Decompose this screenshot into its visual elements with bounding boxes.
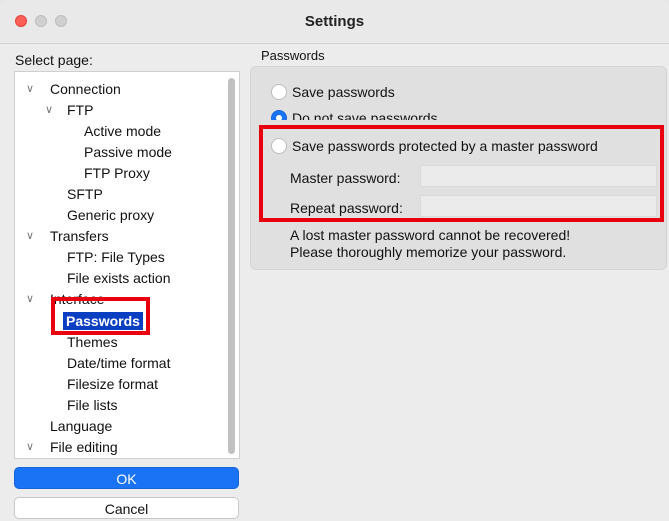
chevron-down-icon[interactable]: ∨	[26, 290, 34, 308]
tree-item-ftp-file-types[interactable]: FTP: File Types	[67, 248, 165, 266]
tree-item-active-mode[interactable]: Active mode	[84, 122, 161, 140]
tree-item-themes[interactable]: Themes	[67, 333, 118, 351]
tree-item-file-exists-action[interactable]: File exists action	[67, 269, 170, 287]
chevron-down-icon[interactable]: ∨	[26, 438, 34, 456]
tree-item-passwords[interactable]: Passwords	[63, 312, 143, 330]
section-title: Passwords	[261, 48, 325, 63]
tree-item-transfers[interactable]: Transfers	[50, 227, 109, 245]
option-master-password-label[interactable]: Save passwords protected by a master pas…	[292, 138, 598, 154]
tree-item-connection[interactable]: Connection	[50, 80, 121, 98]
page-tree[interactable]: ∨ Connection ∨ FTP Active mode Passive m…	[14, 71, 240, 459]
chevron-down-icon[interactable]: ∨	[45, 101, 53, 119]
settings-window: Settings Select page: ∨ Connection ∨ FTP…	[0, 0, 669, 521]
warning-note-line-2: Please thoroughly memorize your password…	[290, 244, 567, 260]
tree-item-file-lists[interactable]: File lists	[67, 396, 118, 414]
tree-item-ftp-proxy[interactable]: FTP Proxy	[84, 164, 150, 182]
tree-item-file-editing[interactable]: File editing	[50, 438, 118, 456]
selected-item-label[interactable]: Passwords	[63, 312, 143, 330]
master-password-field[interactable]	[420, 165, 657, 187]
tree-scrollbar[interactable]	[228, 78, 235, 454]
select-page-label: Select page:	[15, 52, 93, 68]
cancel-button[interactable]: Cancel	[14, 497, 239, 519]
tree-item-language[interactable]: Language	[50, 417, 112, 435]
repeat-password-label: Repeat password:	[290, 200, 403, 216]
tree-item-passive-mode[interactable]: Passive mode	[84, 143, 172, 161]
tree-item-date-time-format[interactable]: Date/time format	[67, 354, 170, 372]
tree-item-filesize-format[interactable]: Filesize format	[67, 375, 158, 393]
ok-button[interactable]: OK	[14, 467, 239, 489]
window-title: Settings	[304, 13, 365, 30]
title-bar: Settings	[0, 0, 669, 44]
tree-item-interface[interactable]: Interface	[50, 290, 104, 308]
chevron-down-icon[interactable]: ∨	[26, 227, 34, 245]
tree-item-generic-proxy[interactable]: Generic proxy	[67, 206, 154, 224]
warning-note-line-1: A lost master password cannot be recover…	[290, 227, 571, 243]
radio-save-passwords[interactable]	[271, 84, 287, 100]
tree-item-ftp[interactable]: FTP	[67, 101, 93, 119]
tree-item-sftp[interactable]: SFTP	[67, 185, 103, 203]
radio-save-with-master-password[interactable]	[271, 138, 287, 154]
chevron-down-icon[interactable]: ∨	[26, 80, 34, 98]
option-save-passwords-label[interactable]: Save passwords	[292, 84, 395, 100]
master-password-label: Master password:	[290, 170, 401, 186]
repeat-password-field[interactable]	[420, 195, 657, 217]
